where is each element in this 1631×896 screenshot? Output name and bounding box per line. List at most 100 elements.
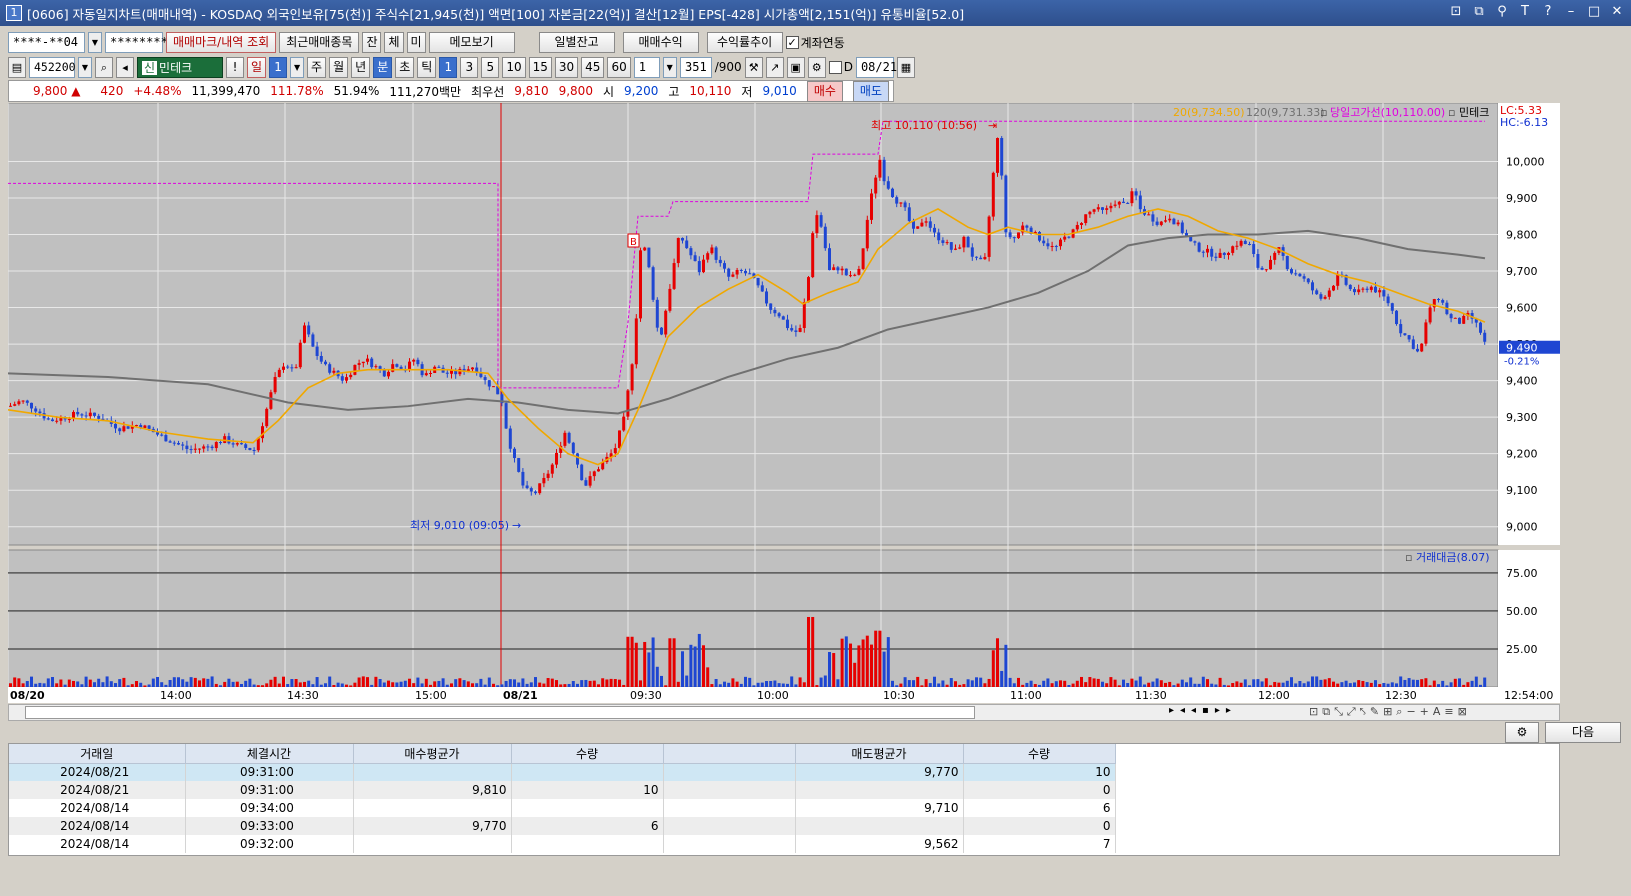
candle-body[interactable]: [1235, 245, 1239, 247]
grid-settings-icon[interactable]: ⚙: [1505, 722, 1539, 743]
candle-body[interactable]: [1218, 252, 1222, 258]
price-chart[interactable]: 08/20 14:00 14:30 15:00 08/21 09:30 10:00 10:30…: [8, 103, 1560, 703]
candle-body[interactable]: [1197, 242, 1201, 252]
minute-60-button[interactable]: 60: [607, 56, 631, 78]
period-minute-button[interactable]: 분: [373, 56, 393, 78]
stock-name-box[interactable]: 신 민테크: [137, 56, 223, 78]
candle-body[interactable]: [899, 202, 903, 204]
candle-body[interactable]: [21, 400, 25, 402]
scroll-thumb[interactable]: [25, 706, 975, 719]
candle-body[interactable]: [332, 370, 336, 373]
candle-body[interactable]: [1319, 294, 1323, 299]
candle-body[interactable]: [1243, 240, 1247, 245]
candle-body[interactable]: [1168, 218, 1172, 221]
candle-body[interactable]: [1151, 214, 1155, 222]
candle-body[interactable]: [1214, 256, 1218, 258]
candle-body[interactable]: [1361, 288, 1365, 290]
table-row[interactable]: 2024/08/21 09:31:00 9,810 10 0: [9, 781, 1116, 799]
candle-body[interactable]: [307, 325, 311, 335]
daily-balance-button[interactable]: 일별잔고: [538, 31, 615, 53]
candle-body[interactable]: [1269, 259, 1272, 270]
candle-body[interactable]: [1437, 299, 1440, 301]
candle-body[interactable]: [181, 444, 185, 446]
candle-body[interactable]: [580, 464, 584, 481]
candle-body[interactable]: [51, 419, 54, 422]
candle-body[interactable]: [1315, 290, 1319, 295]
candle-body[interactable]: [311, 334, 315, 347]
candle-body[interactable]: [1122, 201, 1125, 203]
balance-button[interactable]: 잔: [362, 31, 382, 53]
candle-body[interactable]: [525, 485, 529, 489]
date-input[interactable]: 08/21: [855, 56, 897, 78]
candle-body[interactable]: [273, 376, 277, 393]
table-row[interactable]: 2024/08/21 09:31:00 9,770 10: [9, 763, 1116, 781]
candle-body[interactable]: [949, 242, 953, 250]
candle-body[interactable]: [668, 288, 672, 311]
candle-body[interactable]: [1067, 236, 1071, 238]
candle-body[interactable]: [777, 313, 781, 317]
candle-body[interactable]: [672, 263, 676, 289]
account-input[interactable]: ****-**04: [8, 31, 85, 53]
candle-body[interactable]: [979, 257, 983, 260]
close-icon[interactable]: ✕: [1609, 4, 1625, 19]
candle-body[interactable]: [504, 403, 508, 429]
candle-body[interactable]: [802, 302, 806, 329]
candle-body[interactable]: [928, 221, 932, 228]
candle-body[interactable]: [1252, 244, 1256, 255]
minute-45-button[interactable]: 45: [581, 56, 605, 78]
candle-body[interactable]: [93, 412, 96, 416]
candle-body[interactable]: [269, 392, 273, 409]
candle-body[interactable]: [832, 267, 836, 271]
candle-body[interactable]: [1239, 240, 1243, 246]
candle-body[interactable]: [135, 425, 138, 427]
candle-body[interactable]: [1147, 214, 1151, 216]
candle-body[interactable]: [962, 236, 966, 248]
candle-body[interactable]: [706, 253, 710, 260]
executed-button[interactable]: 체: [384, 31, 404, 53]
minute-10-button[interactable]: 10: [502, 56, 526, 78]
help-icon[interactable]: ?: [1540, 4, 1556, 19]
period-month-button[interactable]: 월: [329, 56, 349, 78]
candle-body[interactable]: [836, 267, 840, 271]
candle-body[interactable]: [1382, 290, 1386, 297]
candle-body[interactable]: [206, 446, 210, 448]
candle-body[interactable]: [483, 377, 487, 381]
candle-body[interactable]: [1378, 290, 1382, 293]
candle-body[interactable]: [315, 346, 319, 356]
candle-body[interactable]: [1101, 207, 1104, 210]
candle-body[interactable]: [1395, 310, 1398, 325]
stock-code-input[interactable]: 452200: [29, 56, 76, 78]
candle-body[interactable]: [1117, 201, 1121, 205]
candle-body[interactable]: [592, 471, 596, 477]
password-input[interactable]: *********: [105, 31, 175, 53]
candle-body[interactable]: [1399, 324, 1403, 334]
candle-body[interactable]: [487, 380, 491, 387]
col-sell-qty[interactable]: 수량: [963, 744, 1116, 764]
candle-body[interactable]: [697, 261, 701, 273]
candle-body[interactable]: [1113, 204, 1117, 206]
candle-body[interactable]: [849, 275, 852, 277]
candle-body[interactable]: [815, 215, 819, 234]
candle-body[interactable]: [529, 488, 533, 492]
candle-body[interactable]: [1390, 303, 1394, 311]
unfilled-button[interactable]: 미: [406, 31, 426, 53]
candle-body[interactable]: [920, 222, 924, 227]
candle-body[interactable]: [958, 247, 962, 249]
candle-body[interactable]: [765, 291, 768, 304]
candle-body[interactable]: [282, 366, 285, 370]
candle-body[interactable]: [1038, 231, 1041, 241]
candle-body[interactable]: [1260, 267, 1264, 270]
period-dropdown-icon[interactable]: ▼: [290, 56, 305, 78]
candle-body[interactable]: [46, 418, 50, 420]
candle-body[interactable]: [1256, 254, 1260, 268]
candle-body[interactable]: [1441, 300, 1445, 303]
candle-body[interactable]: [1285, 255, 1289, 270]
save-icon[interactable]: ▣: [786, 56, 805, 78]
candle-body[interactable]: [874, 177, 878, 194]
candle-body[interactable]: [1479, 322, 1482, 333]
candle-body[interactable]: [160, 434, 164, 436]
candle-body[interactable]: [689, 248, 693, 256]
candle-body[interactable]: [1138, 195, 1142, 210]
candle-body[interactable]: [1357, 289, 1361, 293]
candle-body[interactable]: [1105, 208, 1109, 210]
